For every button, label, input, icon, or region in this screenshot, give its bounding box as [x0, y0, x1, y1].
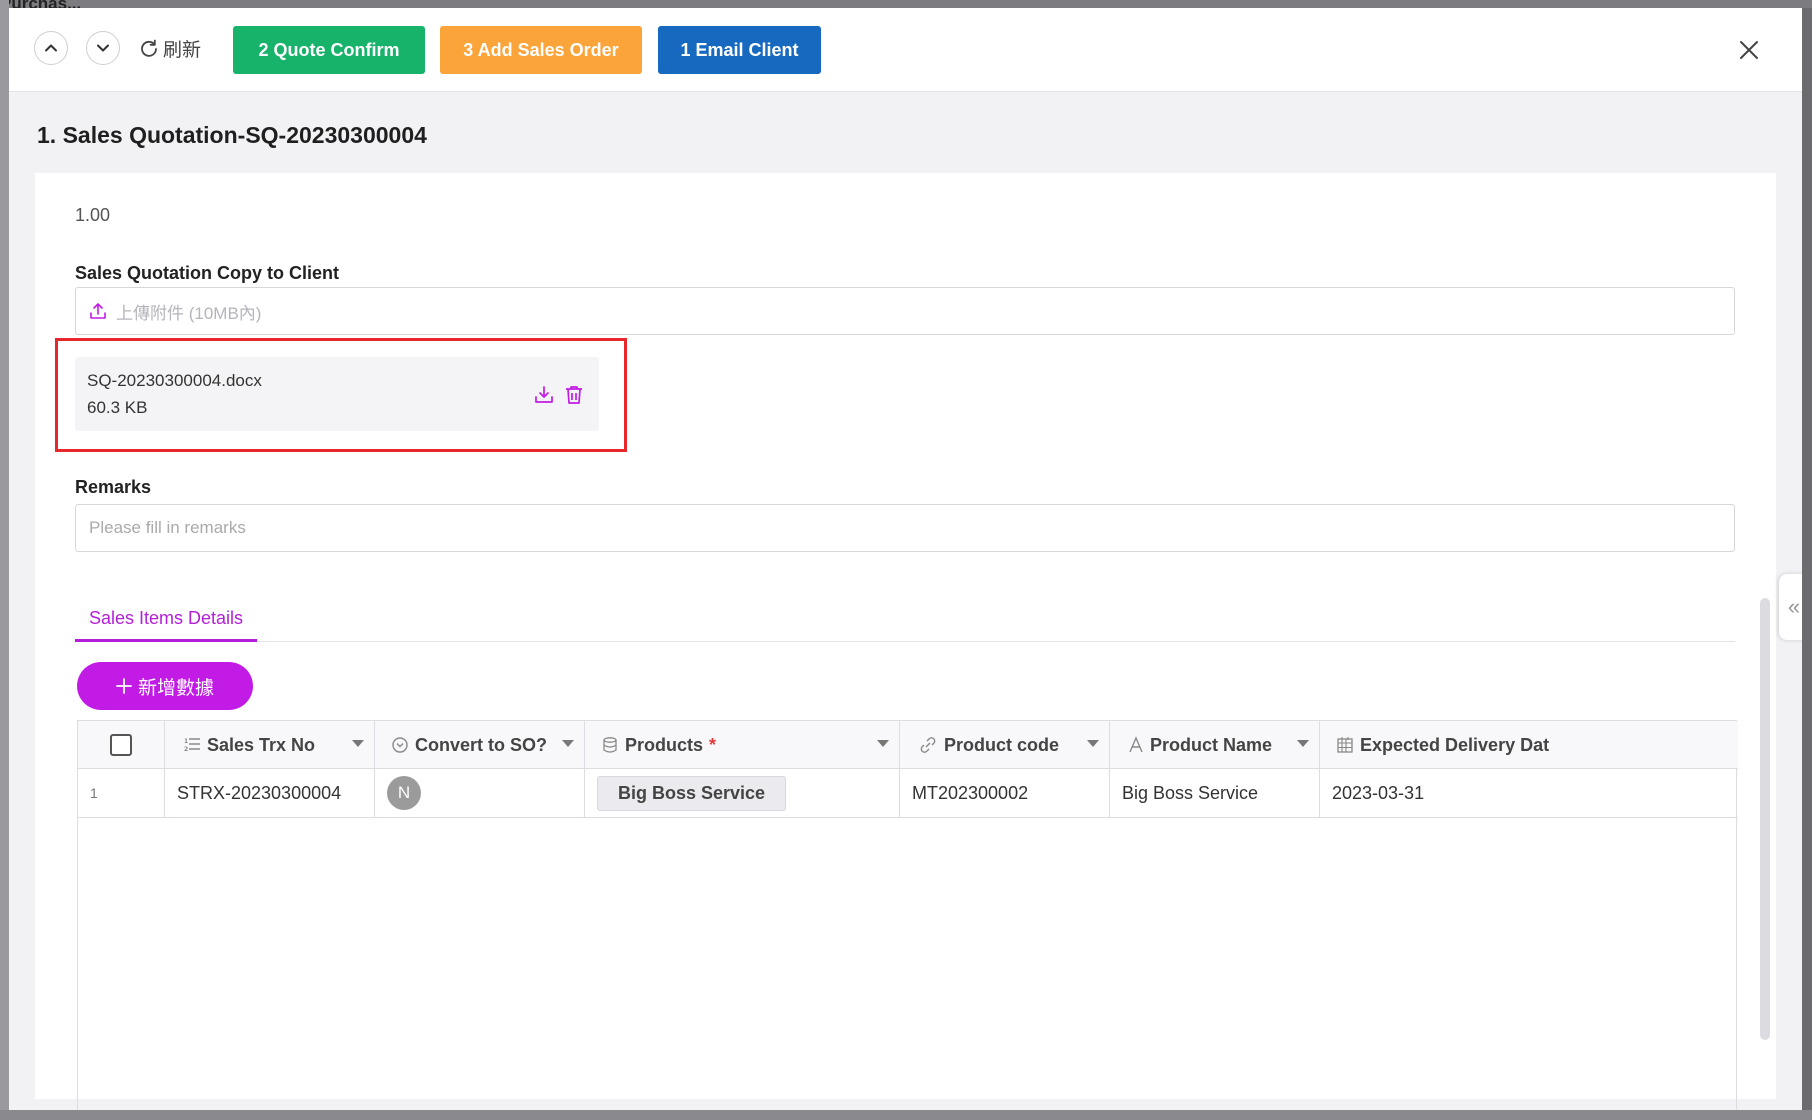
plus-icon [116, 678, 132, 694]
text-a-icon [1129, 736, 1143, 753]
row-index: 1 [78, 769, 165, 817]
sales-items-table: 12 Sales Trx No Convert to SO? Products * [77, 720, 1738, 1110]
database-icon [603, 737, 617, 753]
record-title: 1. Sales Quotation-SQ-20230300004 [37, 122, 427, 148]
upload-icon [90, 303, 106, 319]
cell-sales-trx-no[interactable]: STRX-20230300004 [165, 769, 375, 817]
cell-products[interactable]: Big Boss Service [585, 769, 900, 817]
close-button[interactable] [1735, 36, 1763, 64]
cell-product-code[interactable]: MT202300002 [900, 769, 1110, 817]
attachment-file-size: 60.3 KB [87, 398, 148, 417]
select-all-cell [78, 721, 165, 769]
modal-toolbar: 刷新 2 Quote Confirm 3 Add Sales Order 1 E… [9, 8, 1802, 92]
attachment-file-name: SQ-20230300004.docx [87, 371, 262, 390]
background-page-top [0, 0, 1812, 8]
column-header-products[interactable]: Products * [585, 721, 900, 769]
add-sales-order-button[interactable]: 3 Add Sales Order [440, 26, 642, 74]
record-detail-modal: 刷新 2 Quote Confirm 3 Add Sales Order 1 E… [9, 8, 1802, 1110]
numbered-list-icon: 12 [184, 738, 200, 753]
amount-value: 1.00 [75, 205, 111, 225]
column-menu-caret-icon[interactable] [352, 740, 364, 747]
remarks-label: Remarks [75, 477, 152, 497]
side-panel-toggle[interactable]: « [1779, 574, 1802, 640]
refresh-icon [141, 39, 157, 57]
cell-convert-to-so[interactable]: N [375, 769, 585, 817]
double-chevron-left-icon: « [1787, 594, 1801, 619]
column-header-product-name[interactable]: Product Name [1110, 721, 1320, 769]
background-page-bottom [0, 1110, 1812, 1120]
chevron-down-icon [97, 44, 109, 52]
quote-confirm-button[interactable]: 2 Quote Confirm [233, 26, 425, 74]
column-menu-caret-icon[interactable] [1087, 740, 1099, 747]
column-label: Product Name [1150, 734, 1273, 755]
calendar-icon [1337, 737, 1353, 753]
vertical-scrollbar[interactable] [1760, 598, 1770, 1040]
next-record-button[interactable] [86, 31, 120, 65]
convert-status-badge: N [387, 776, 421, 810]
column-label: Convert to SO? [415, 734, 548, 755]
detail-tabs: Sales Items Details [75, 598, 1735, 642]
column-label: Expected Delivery Dat [1360, 734, 1550, 755]
copy-to-client-label: Sales Quotation Copy to Client [75, 263, 340, 283]
close-icon [1740, 41, 1758, 59]
record-form: 1.00 Sales Quotation Copy to Client 上傳附件… [35, 173, 1776, 1110]
trash-icon[interactable] [563, 384, 585, 406]
add-row-button[interactable]: 新增數據 [77, 662, 253, 710]
background-page-strip [0, 0, 9, 1120]
refresh-label: 刷新 [163, 39, 202, 61]
refresh-button[interactable]: 刷新 [139, 36, 202, 61]
remarks-input[interactable]: Please fill in remarks [75, 504, 1735, 552]
email-client-button[interactable]: 1 Email Client [658, 26, 821, 74]
column-header-sales-trx-no[interactable]: 12 Sales Trx No [165, 721, 375, 769]
cell-product-name[interactable]: Big Boss Service [1110, 769, 1320, 817]
column-header-convert-to-so[interactable]: Convert to SO? [375, 721, 585, 769]
option-circle-icon [392, 737, 408, 753]
column-menu-caret-icon[interactable] [1297, 740, 1309, 747]
column-header-product-code[interactable]: Product code [900, 721, 1110, 769]
attachment-upload-field[interactable]: 上傳附件 (10MB內) [75, 287, 1735, 335]
column-label: Sales Trx No [207, 734, 316, 755]
tab-sales-items-details[interactable]: Sales Items Details [75, 598, 257, 642]
product-tag[interactable]: Big Boss Service [597, 775, 787, 811]
svg-text:2: 2 [184, 746, 188, 753]
column-menu-caret-icon[interactable] [877, 740, 889, 747]
table-header: 12 Sales Trx No Convert to SO? Products * [78, 721, 1738, 769]
previous-record-button[interactable] [34, 31, 68, 65]
cell-expected-delivery[interactable]: 2023-03-31 [1320, 769, 1738, 817]
add-row-label: 新增數據 [137, 677, 214, 699]
svg-text:1: 1 [184, 738, 188, 745]
column-menu-caret-icon[interactable] [562, 740, 574, 747]
link-icon [920, 737, 936, 753]
required-marker: * [709, 734, 717, 755]
download-icon[interactable] [533, 384, 555, 406]
select-all-checkbox[interactable] [110, 734, 132, 756]
table-row[interactable]: 1 STRX-20230300004 N Big Boss Service MT… [78, 769, 1738, 818]
column-label: Product code [944, 734, 1060, 755]
column-header-expected-delivery[interactable]: Expected Delivery Dat [1320, 721, 1738, 769]
chevron-up-icon [45, 44, 57, 52]
attachment-file-card: SQ-20230300004.docx 60.3 KB [75, 357, 599, 431]
column-label: Products [625, 734, 704, 755]
upload-placeholder: 上傳附件 (10MB內) [116, 303, 262, 323]
